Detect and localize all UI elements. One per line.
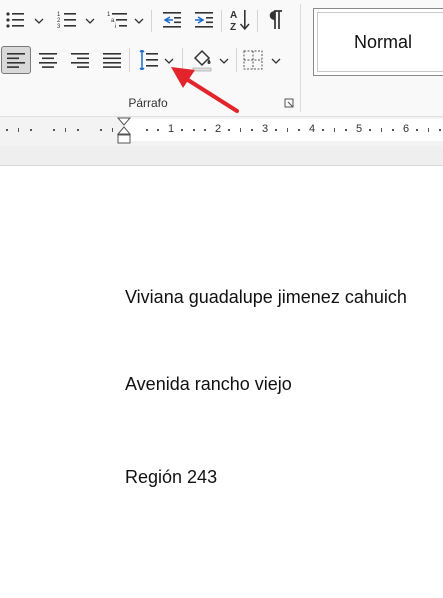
document-page[interactable]: Viviana guadalupe jimenez cahuich Avenid… — [0, 166, 443, 598]
shading-icon — [192, 49, 212, 72]
separator — [221, 10, 222, 32]
ruler-number: 4 — [309, 123, 316, 135]
ruler-dot — [204, 129, 206, 131]
document-line[interactable]: Región 243 — [125, 467, 217, 488]
ruler-dot — [439, 129, 441, 131]
separator — [257, 10, 258, 32]
multilevel-list-icon: 1 a i — [107, 12, 127, 30]
line-spacing-icon — [139, 50, 158, 70]
ruler-dot — [369, 129, 371, 131]
ruler-dot — [275, 129, 277, 131]
group-separator — [300, 4, 301, 112]
horizontal-ruler[interactable]: 1 2 3 4 5 6 — [0, 116, 443, 147]
ruler-tick — [240, 128, 241, 132]
svg-text:A: A — [230, 10, 237, 21]
increase-indent-icon — [195, 12, 213, 28]
multilevel-list-button[interactable]: 1 a i — [107, 9, 129, 31]
align-left-button[interactable] — [1, 46, 31, 74]
chevron-down-icon[interactable] — [164, 56, 174, 66]
chevron-down-icon[interactable] — [85, 16, 95, 26]
ruler-tick — [18, 128, 19, 132]
align-center-button[interactable] — [36, 48, 60, 72]
separator — [182, 48, 183, 72]
ruler-dot — [392, 129, 394, 131]
ruler-number: 1 — [168, 123, 175, 135]
ruler-dot — [100, 129, 102, 131]
pilcrow-icon — [269, 10, 282, 29]
indent-marker-icon[interactable] — [116, 117, 132, 147]
ruler-dot — [30, 129, 32, 131]
ruler-tick — [112, 128, 113, 132]
chevron-down-icon[interactable] — [34, 16, 44, 26]
line-spacing-button[interactable] — [135, 48, 161, 72]
ruler-dot — [77, 129, 79, 131]
ruler-dot — [157, 129, 159, 131]
ruler-tick — [381, 128, 382, 132]
ruler-dot — [228, 129, 230, 131]
ruler-dot — [416, 129, 418, 131]
numbering-button[interactable]: 1 2 3 — [56, 9, 78, 31]
ruler-number: 2 — [215, 123, 222, 135]
ruler-tick — [334, 128, 335, 132]
dialog-launcher-icon[interactable] — [284, 98, 294, 108]
ruler-number: 5 — [356, 123, 363, 135]
bullets-icon — [6, 12, 24, 28]
ruler-tick — [428, 128, 429, 132]
style-normal-label: Normal — [317, 12, 443, 72]
align-left-icon — [7, 53, 25, 68]
sort-button[interactable]: A Z — [228, 8, 252, 32]
chevron-down-icon[interactable] — [134, 16, 144, 26]
svg-text:i: i — [115, 24, 116, 30]
ruler-number: 6 — [403, 123, 410, 135]
ruler-tick — [65, 128, 66, 132]
decrease-indent-icon — [163, 12, 181, 28]
align-center-icon — [39, 53, 57, 68]
ruler-dot — [6, 129, 8, 131]
numbering-icon: 1 2 3 — [57, 12, 76, 30]
ruler-number: 3 — [262, 123, 269, 135]
align-right-button[interactable] — [68, 48, 92, 72]
align-right-icon — [71, 53, 89, 68]
separator — [151, 10, 152, 32]
justify-button[interactable] — [100, 48, 124, 72]
ruler-dot — [251, 129, 253, 131]
increase-indent-button[interactable] — [193, 9, 215, 31]
chevron-down-icon[interactable] — [271, 56, 281, 66]
ruler-dot — [322, 129, 324, 131]
separator — [129, 48, 130, 72]
justify-icon — [103, 53, 121, 68]
bullets-button[interactable] — [4, 9, 26, 31]
ruler-dot — [146, 129, 148, 131]
borders-icon — [243, 50, 263, 70]
svg-text:Z: Z — [230, 22, 236, 32]
separator — [236, 48, 237, 72]
decrease-indent-button[interactable] — [161, 9, 183, 31]
ruler-dot — [298, 129, 300, 131]
page-gap — [0, 146, 443, 166]
ruler-tick — [287, 128, 288, 132]
ruler-dot — [193, 129, 195, 131]
svg-text:3: 3 — [57, 24, 61, 30]
sort-az-icon: A Z — [230, 10, 250, 32]
ruler-dot — [181, 129, 183, 131]
ruler-dot — [345, 129, 347, 131]
style-gallery-item[interactable]: Normal — [313, 8, 443, 76]
document-line[interactable]: Viviana guadalupe jimenez cahuich — [125, 287, 407, 308]
show-marks-button[interactable] — [264, 9, 286, 31]
borders-button[interactable] — [242, 48, 264, 72]
ribbon-paragraph-group: 1 2 3 1 a i A Z Párrafo Normal — [0, 0, 443, 116]
document-line[interactable]: Avenida rancho viejo — [125, 374, 292, 395]
paragraph-group-label: Párrafo — [128, 96, 168, 110]
chevron-down-icon[interactable] — [219, 56, 229, 66]
shading-button[interactable] — [190, 47, 214, 73]
ruler-dot — [53, 129, 55, 131]
